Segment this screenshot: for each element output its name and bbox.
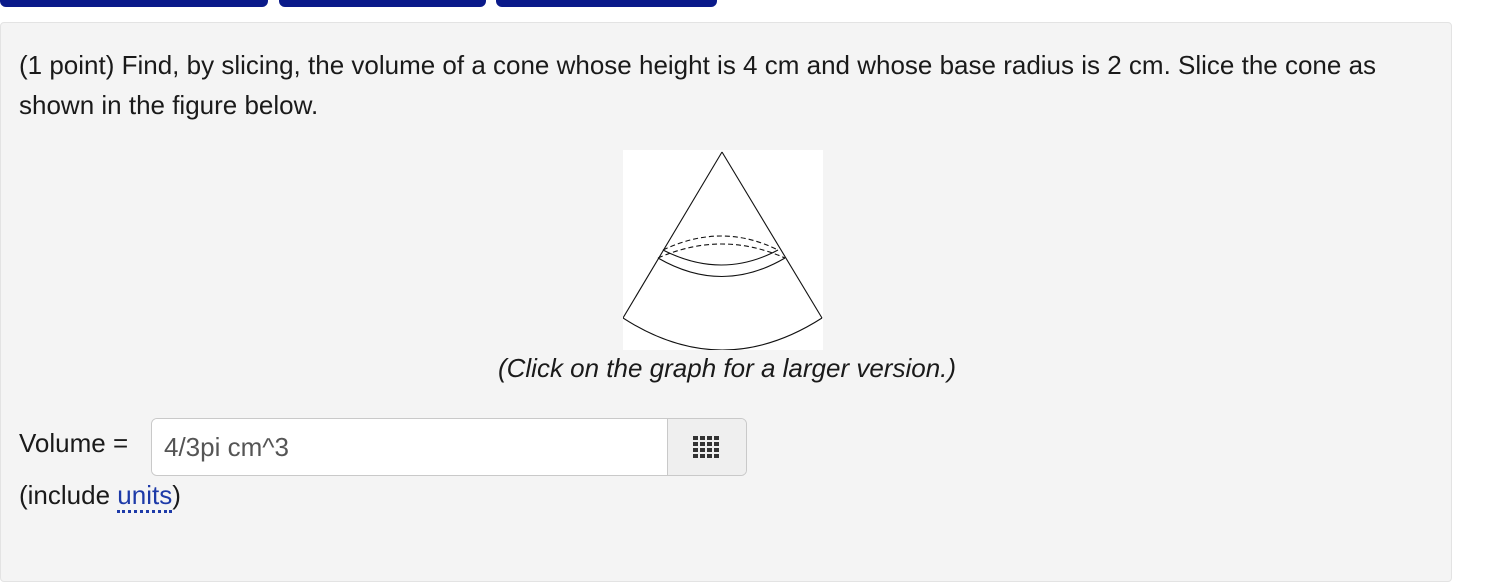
units-help-link[interactable]: units: [117, 480, 173, 513]
cone-slice-drawing: [623, 151, 823, 350]
nav-tab-1[interactable]: [0, 0, 268, 7]
keypad-button[interactable]: [667, 419, 746, 475]
slice-top-back-arc: [662, 235, 779, 251]
units-hint-prefix: (include: [19, 480, 118, 510]
cone-base-arc: [623, 317, 823, 350]
answer-group: [151, 418, 747, 476]
volume-answer-input[interactable]: [152, 419, 667, 475]
nav-tab-2[interactable]: [279, 0, 486, 7]
units-hint-suffix: ): [172, 480, 181, 510]
volume-label: Volume =: [19, 428, 129, 458]
cone-slice-figure[interactable]: [623, 150, 823, 350]
figure-caption: (Click on the graph for a larger version…: [497, 353, 957, 383]
problem-panel: (1 point) Find, by slicing, the volume o…: [0, 22, 1452, 582]
slice-top-front-arc: [662, 249, 779, 266]
units-hint: (include units): [19, 480, 181, 513]
cone-left-side: [623, 151, 723, 319]
keypad-grid-icon: [693, 436, 719, 458]
cone-right-side: [721, 151, 823, 319]
slice-bottom-front-arc: [657, 257, 786, 278]
problem-statement: (1 point) Find, by slicing, the volume o…: [19, 50, 1377, 120]
nav-tab-3[interactable]: [496, 0, 717, 7]
